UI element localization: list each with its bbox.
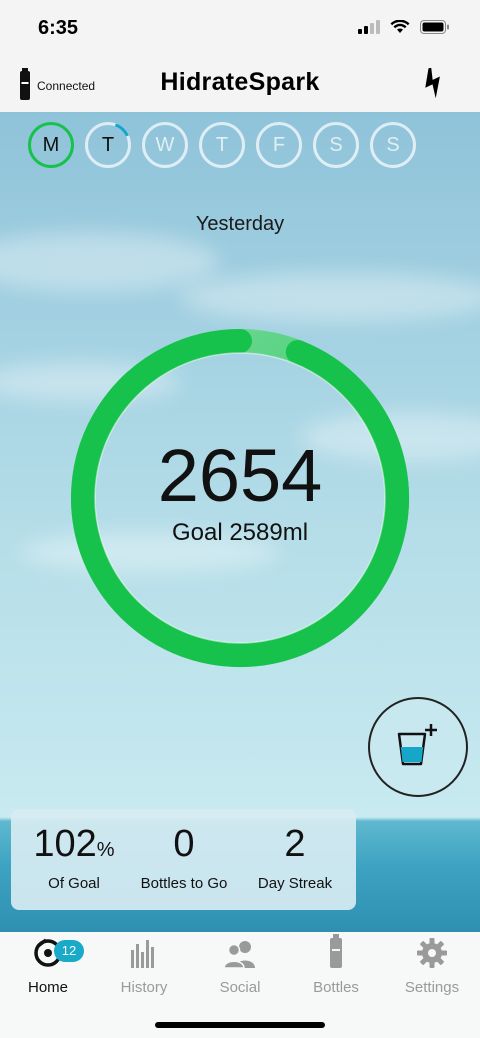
tab-settings[interactable]: Settings <box>384 938 480 996</box>
stat-label: Day Streak <box>257 875 333 892</box>
day-button-tuesday[interactable]: T <box>85 122 131 168</box>
week-day-selector: M T W T F S S <box>28 122 416 168</box>
tab-icon-wrap <box>192 938 288 972</box>
stat-label: Of Goal <box>48 875 100 892</box>
tab-label: Settings <box>404 979 460 996</box>
app-title: HidrateSpark <box>160 68 320 96</box>
stat-day-streak: 2 Day Streak <box>239 825 351 892</box>
day-button-friday[interactable]: F <box>256 122 302 168</box>
status-time: 6:35 <box>38 17 79 39</box>
stat-label: Bottles to Go <box>140 875 228 892</box>
tab-label: History <box>120 979 168 996</box>
background-cloud <box>180 272 480 322</box>
ring-center: 2654 Goal 2589ml <box>70 328 410 668</box>
day-button-monday[interactable]: M <box>28 122 74 168</box>
tab-icon-wrap <box>96 938 192 972</box>
day-button-saturday[interactable]: S <box>313 122 359 168</box>
status-icons <box>358 19 450 39</box>
goal-percent-value: 102 <box>33 823 97 865</box>
bar-chart-icon <box>130 938 158 972</box>
day-button-wednesday[interactable]: W <box>142 122 188 168</box>
stat-bottles-to-go: 0 Bottles to Go <box>129 825 239 892</box>
tab-icon-wrap <box>288 934 384 972</box>
app-header: Connected HidrateSpark <box>0 56 480 112</box>
tab-bottles[interactable]: Bottles <box>288 934 384 996</box>
gear-icon <box>417 938 447 972</box>
tab-label: Home <box>27 979 68 996</box>
people-icon <box>223 940 257 972</box>
home-main: M T W T F S S Yesterday 2654 Goal 2589ml <box>0 112 480 932</box>
tab-history[interactable]: History <box>96 938 192 996</box>
add-drink-button[interactable] <box>368 697 468 797</box>
stat-value: 0 <box>173 823 195 865</box>
status-bar: 6:35 <box>0 0 480 56</box>
battery-icon <box>420 20 450 39</box>
lightning-icon <box>422 67 444 102</box>
stat-value: 102% <box>19 825 129 863</box>
background-cloud <box>0 232 220 292</box>
stats-card: 102% Of Goal 0 Bottles to Go 2 Day Strea… <box>11 809 356 910</box>
tab-social[interactable]: Social <box>192 938 288 996</box>
tab-label: Social <box>219 979 261 996</box>
goal-text: Goal 2589ml <box>171 519 309 546</box>
stat-value: 2 <box>284 823 306 865</box>
notification-badge: 12 <box>54 940 84 962</box>
add-glass-icon <box>394 722 442 773</box>
tab-icon-wrap <box>384 938 480 972</box>
stat-goal-percent: 102% Of Goal <box>19 825 129 892</box>
intake-value: 2654 <box>157 434 323 517</box>
bottle-icon <box>330 934 342 972</box>
home-indicator <box>155 1022 325 1028</box>
glow-toggle-button[interactable] <box>422 67 444 103</box>
progress-ring: 2654 Goal 2589ml <box>70 328 410 668</box>
wifi-icon <box>390 19 410 39</box>
goal-percent-unit: % <box>96 839 115 861</box>
date-label: Yesterday <box>195 213 285 235</box>
day-button-sunday[interactable]: S <box>370 122 416 168</box>
day-button-thursday[interactable]: T <box>199 122 245 168</box>
tab-label: Bottles <box>313 979 359 996</box>
cellular-signal-icon <box>358 20 380 39</box>
tab-home[interactable]: Home 12 <box>0 938 96 996</box>
